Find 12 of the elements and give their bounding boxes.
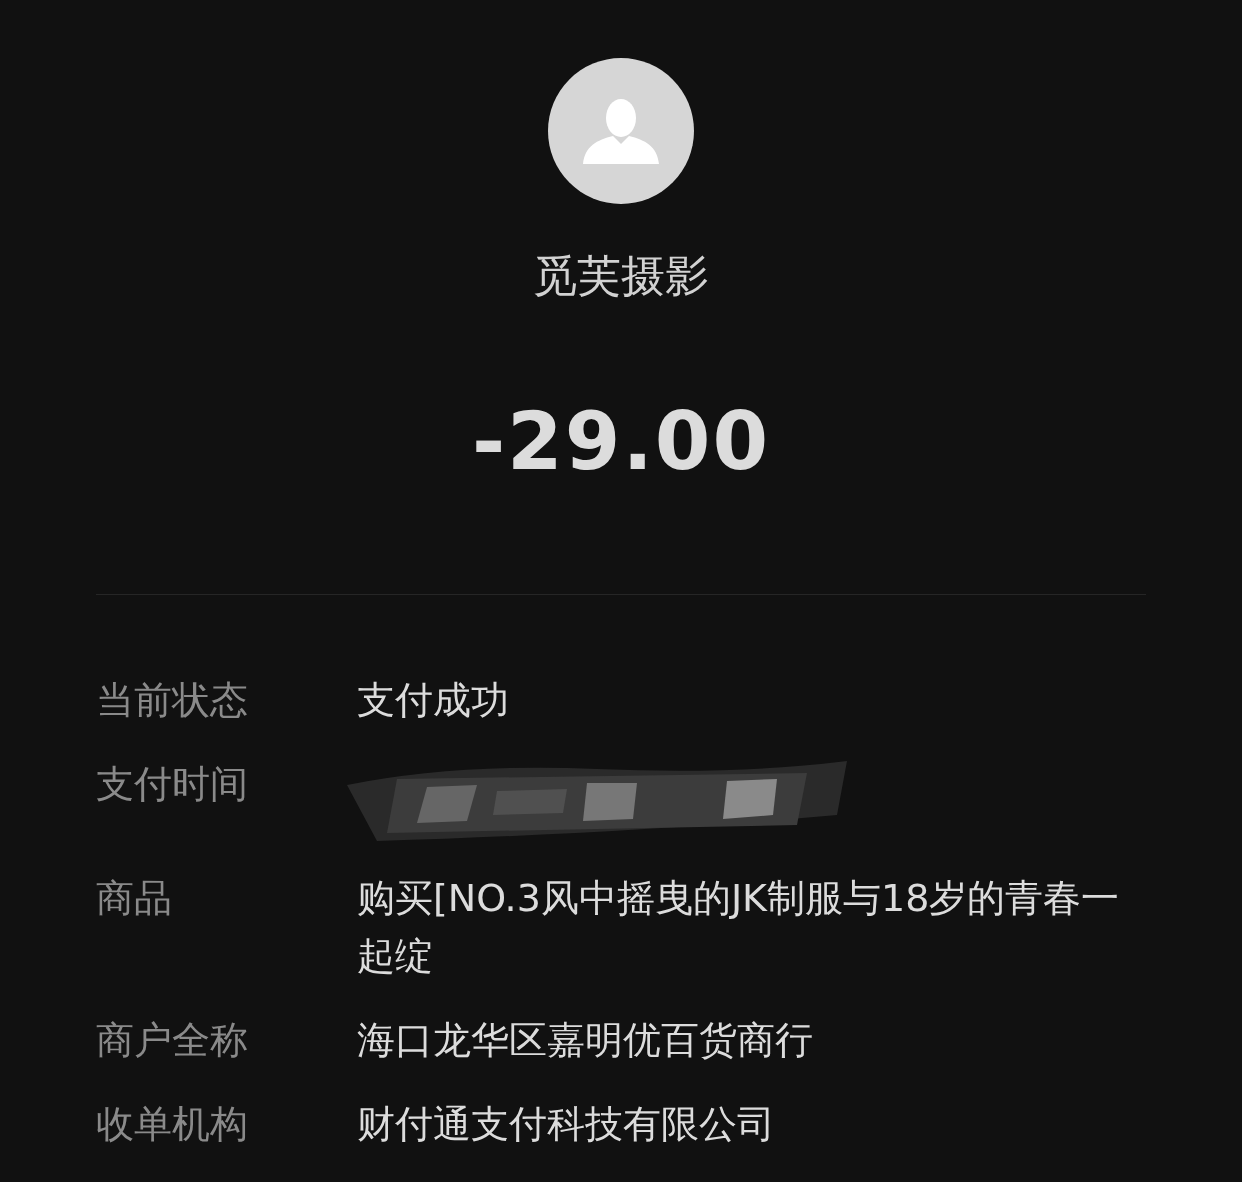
payment-amount: -29.00 — [471, 394, 771, 490]
detail-value: 海口龙华区嘉明优百货商行 — [357, 1017, 814, 1064]
payee-name: 觅芙摄影 — [533, 249, 709, 303]
detail-label: 当前状态 — [96, 677, 249, 724]
detail-label: 商品 — [96, 875, 173, 922]
detail-value: 财付通支付科技有限公司 — [357, 1101, 776, 1148]
person-icon — [583, 98, 659, 164]
detail-value: 购买[NO.3风中摇曳的JK制服与18岁的青春一起绽 — [357, 875, 1121, 980]
detail-label: 商户全称 — [96, 1017, 249, 1064]
detail-label: 支付时间 — [96, 761, 249, 808]
detail-value: 支付成功 — [357, 677, 510, 724]
detail-label: 收单机构 — [96, 1101, 249, 1148]
